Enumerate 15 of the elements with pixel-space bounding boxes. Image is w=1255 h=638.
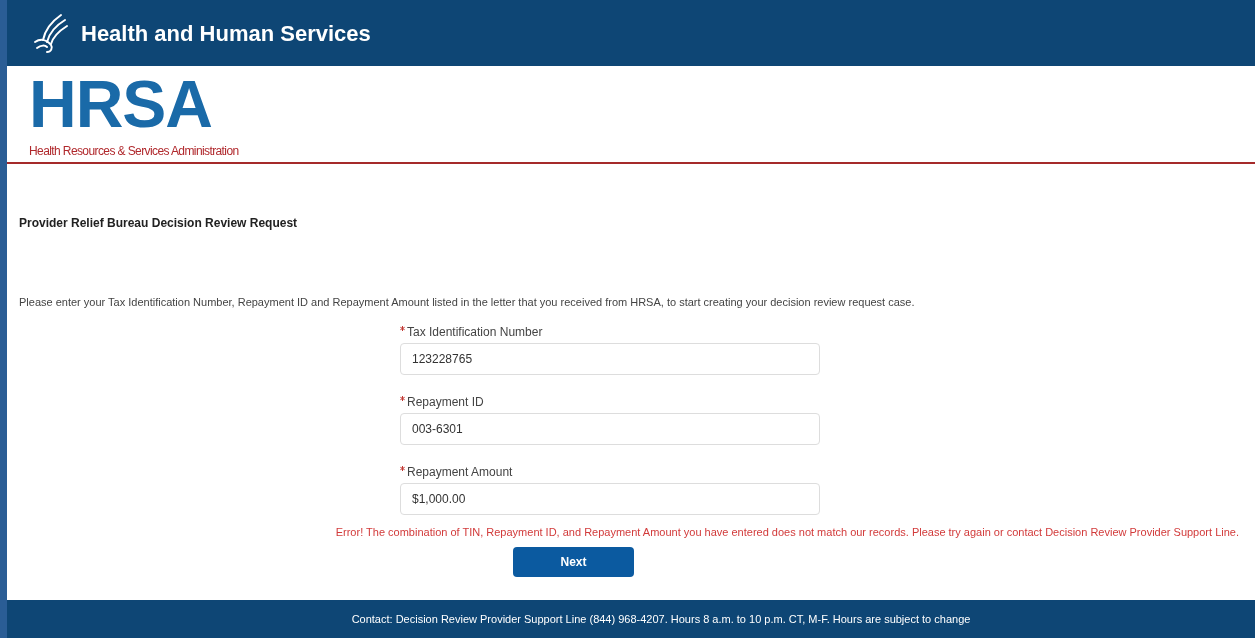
next-button[interactable]: Next: [513, 547, 634, 577]
header-title: Health and Human Services: [81, 19, 371, 48]
field-label: Repayment ID: [407, 393, 484, 411]
input-field[interactable]: 123228765: [400, 342, 820, 375]
field-label: Tax Identification Number: [407, 323, 543, 341]
eagle-icon: [31, 12, 69, 54]
error-message: Error! The combination of TIN, Repayment ID, and Repayment Amount you have entered does not match our records. Please try again or contact Decision Review Provider Support Line.: [335, 524, 1239, 540]
footer-text: Contact: Decision Review Provider Support Line (844) 968-4207. Hours 8 a.m. to 10 p.m. CT, M-F. Hours are subject to change: [351, 611, 971, 627]
field-label: Repayment Amount: [407, 463, 513, 481]
input-field[interactable]: $1,000.00: [400, 482, 820, 515]
logo-acronym: HRSA: [29, 74, 212, 134]
logo-subtitle: Health Resources & Services Administration: [29, 143, 239, 160]
input-field[interactable]: 003-6301: [400, 412, 820, 445]
page-title: Provider Relief Bureau Decision Review Request: [19, 215, 298, 232]
instructions-text: Please enter your Tax Identification Number, Repayment ID and Repayment Amount listed in the letter that you received from HRSA, to start creating your decision review request case.: [19, 295, 915, 310]
